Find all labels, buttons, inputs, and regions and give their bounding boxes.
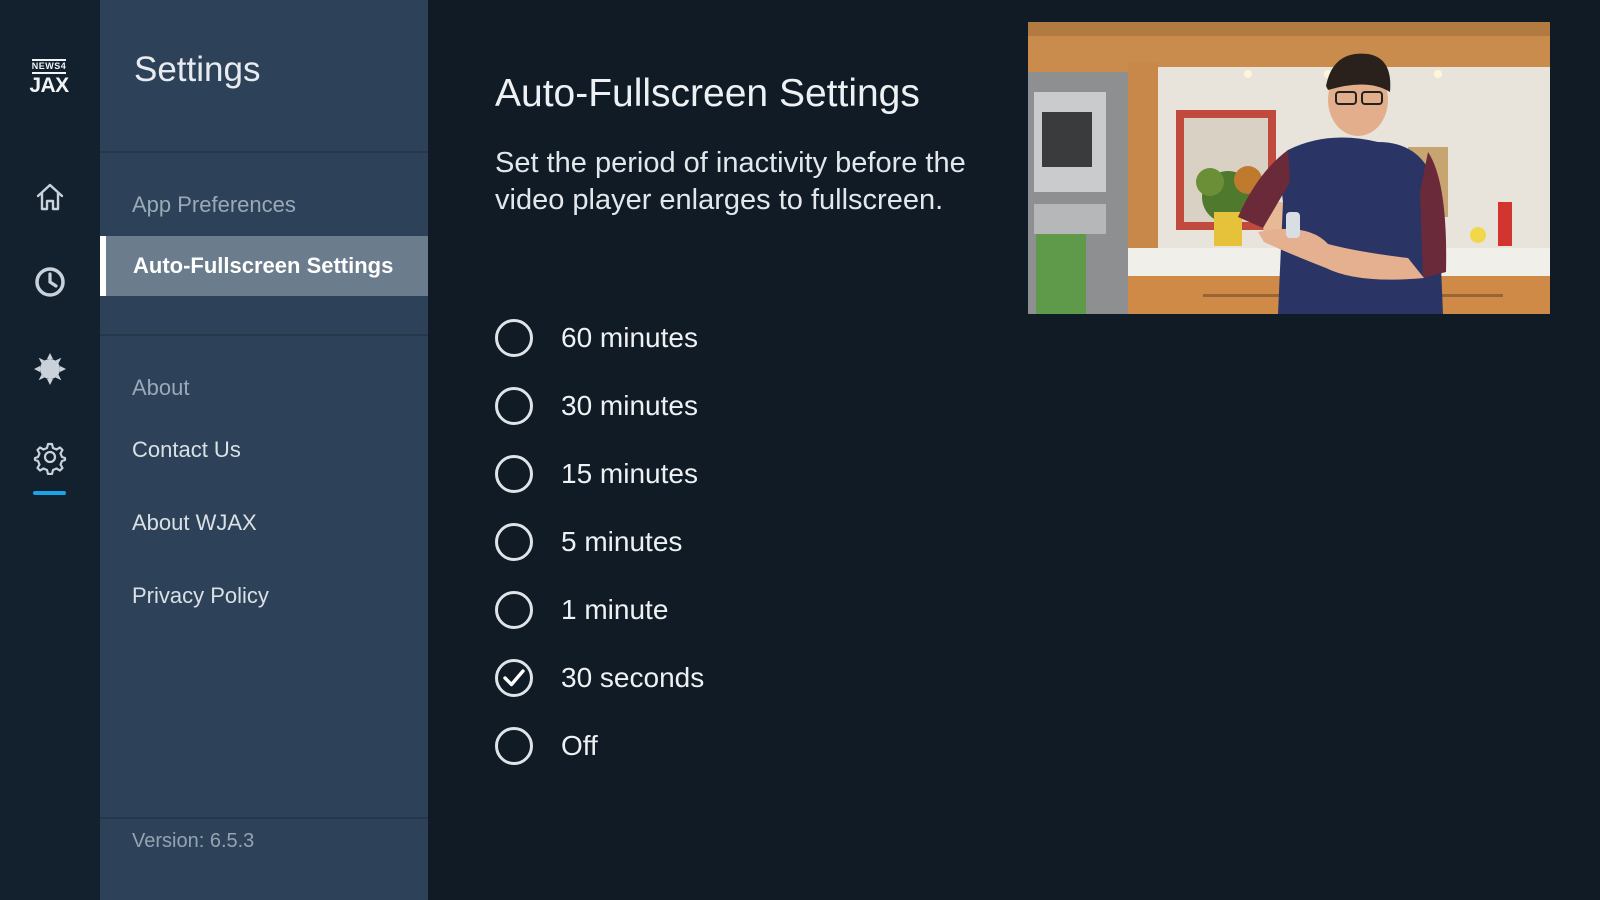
- divider: [100, 817, 428, 819]
- option-off[interactable]: Off: [495, 720, 795, 772]
- menu-item-auto-fullscreen[interactable]: Auto-Fullscreen Settings: [100, 236, 428, 296]
- active-indicator: [33, 491, 66, 495]
- page-title: Auto-Fullscreen Settings: [495, 72, 920, 115]
- radio-unchecked-icon: [495, 727, 533, 765]
- option-30-seconds[interactable]: 30 seconds: [495, 652, 795, 704]
- gear-icon: [33, 442, 67, 475]
- logo-top-text: NEWS4: [31, 58, 67, 74]
- divider: [100, 334, 428, 336]
- home-icon: [36, 183, 64, 211]
- page-description: Set the period of inactivity before the …: [495, 147, 966, 216]
- menu-item-privacy-policy[interactable]: Privacy Policy: [100, 566, 428, 626]
- option-label: 15 minutes: [561, 458, 698, 489]
- radio-unchecked-icon: [495, 319, 533, 357]
- option-label: 30 seconds: [561, 662, 705, 693]
- option-5-minutes[interactable]: 5 minutes: [495, 516, 795, 568]
- option-label: Off: [561, 730, 598, 761]
- radio-unchecked-icon: [495, 523, 533, 561]
- option-15-minutes[interactable]: 15 minutes: [495, 448, 795, 500]
- sun-icon: [34, 353, 66, 385]
- recent-button[interactable]: [25, 257, 75, 307]
- menu-item-contact-us[interactable]: Contact Us: [100, 420, 428, 480]
- option-label: 5 minutes: [561, 526, 683, 557]
- settings-button[interactable]: [25, 432, 75, 482]
- station-logo: NEWS4 JAX: [22, 56, 76, 98]
- radio-unchecked-icon: [495, 387, 533, 425]
- option-label: 30 minutes: [561, 390, 698, 421]
- section-label-about: About: [132, 375, 190, 400]
- section-label-app-preferences: App Preferences: [132, 192, 296, 217]
- option-30-minutes[interactable]: 30 minutes: [495, 380, 795, 432]
- option-label: 60 minutes: [561, 322, 698, 353]
- option-1-minute[interactable]: 1 minute: [495, 584, 795, 636]
- settings-panel: Settings App Preferences Auto-Fullscreen…: [100, 0, 428, 900]
- checkmark-icon: [503, 669, 525, 687]
- radio-checked-icon: [495, 659, 533, 697]
- weather-button[interactable]: [25, 344, 75, 394]
- mini-video-player[interactable]: [1028, 22, 1550, 314]
- version-label: Version: 6.5.3: [132, 830, 255, 852]
- clock-icon: [35, 267, 65, 297]
- home-button[interactable]: [25, 172, 75, 222]
- option-60-minutes[interactable]: 60 minutes: [495, 312, 795, 364]
- video-frame-image: [1028, 22, 1550, 314]
- divider: [100, 151, 428, 153]
- menu-item-about-wjax[interactable]: About WJAX: [100, 493, 428, 553]
- radio-unchecked-icon: [495, 591, 533, 629]
- panel-title: Settings: [134, 50, 261, 89]
- radio-unchecked-icon: [495, 455, 533, 493]
- option-label: 1 minute: [561, 594, 669, 625]
- logo-bottom-text: JAX: [29, 73, 69, 97]
- nav-rail: NEWS4 JAX: [0, 0, 100, 900]
